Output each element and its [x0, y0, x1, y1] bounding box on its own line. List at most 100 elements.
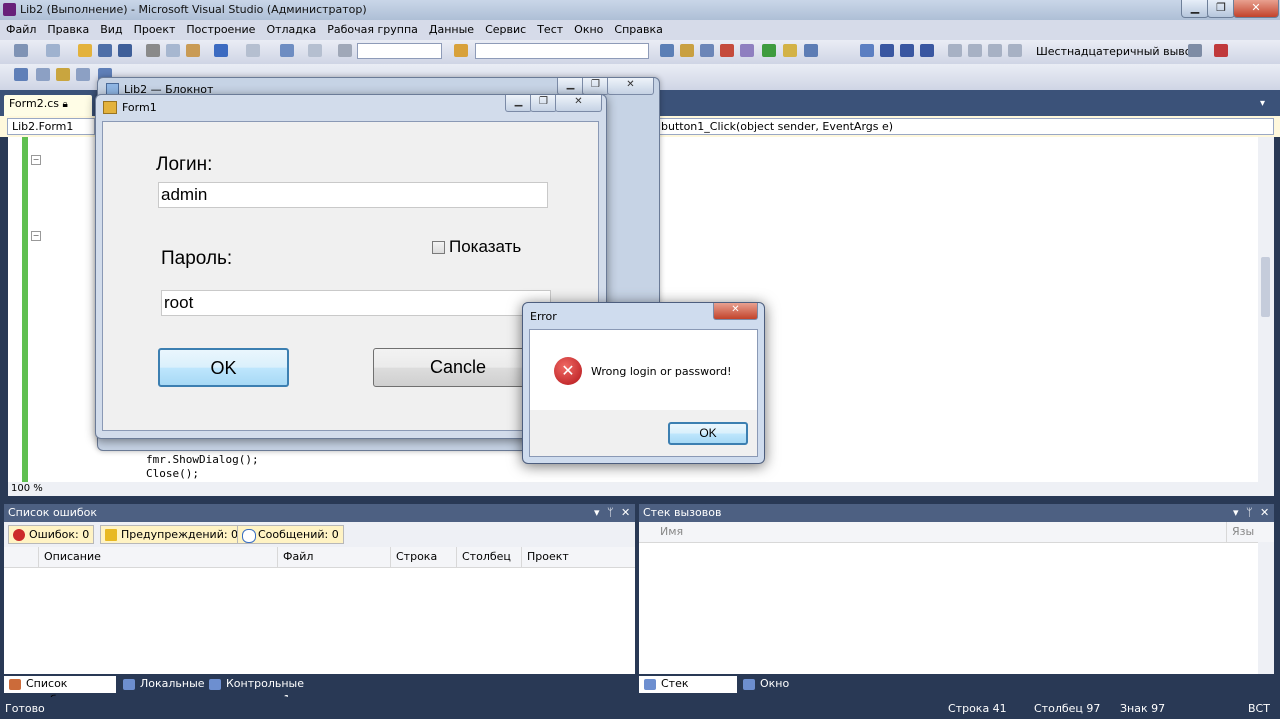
menu-help[interactable]: Справка: [608, 20, 667, 36]
scroll-thumb[interactable]: [1261, 257, 1270, 317]
member-combo[interactable]: button1_Click(object sender, EventArgs e…: [656, 118, 1274, 135]
collapse-icon[interactable]: −: [31, 155, 41, 165]
pane-menu-icon[interactable]: ▾: [594, 504, 600, 522]
paste-icon[interactable]: [186, 44, 200, 57]
zoom-combo[interactable]: 100 %: [8, 482, 68, 496]
column-header-description[interactable]: Описание: [39, 547, 278, 567]
complete-word-icon[interactable]: [76, 68, 90, 81]
tab-watch-1[interactable]: Контрольные значения 1: [204, 676, 364, 706]
errors-filter-button[interactable]: Ошибок: 0: [8, 525, 95, 544]
start-debug-icon[interactable]: [338, 44, 352, 57]
pane-close-icon[interactable]: ✕: [1260, 504, 1269, 522]
pin-icon[interactable]: ᛘ: [1246, 504, 1253, 522]
show-password-checkbox[interactable]: [432, 241, 445, 254]
step-into-icon[interactable]: [968, 44, 982, 57]
tab-call-stack[interactable]: Стек вызовов: [639, 676, 737, 706]
column-header-line[interactable]: Строка: [391, 547, 457, 567]
login-input[interactable]: admin: [158, 182, 548, 208]
notepad-minimize-button[interactable]: ▁: [557, 78, 584, 95]
menu-data[interactable]: Данные: [423, 20, 479, 36]
quick-info-icon[interactable]: [36, 68, 50, 81]
menu-view[interactable]: Вид: [94, 20, 127, 36]
column-header-project[interactable]: Проект: [522, 547, 635, 567]
save-icon[interactable]: [98, 44, 112, 57]
warnings-filter-button[interactable]: Предупреждений: 0: [100, 525, 244, 544]
parameter-info-icon[interactable]: [56, 68, 70, 81]
extension-manager-icon[interactable]: [783, 44, 797, 57]
step-over-icon[interactable]: [988, 44, 1002, 57]
pin-icon[interactable]: ᛘ: [607, 504, 614, 522]
menu-team[interactable]: Рабочая группа: [321, 20, 423, 36]
notepad-maximize-button[interactable]: ❐: [582, 78, 609, 95]
tab-locals[interactable]: Локальные: [118, 676, 205, 693]
find-in-files-icon[interactable]: [454, 44, 468, 57]
show-next-statement-icon[interactable]: [948, 44, 962, 57]
column-header-column[interactable]: Столбец: [457, 547, 522, 567]
editor-vertical-scrollbar[interactable]: [1258, 137, 1274, 482]
tab-form2-cs[interactable]: Form2.cs 🔒︎: [4, 95, 92, 116]
password-input[interactable]: root: [161, 290, 551, 316]
editor-horizontal-scrollbar[interactable]: [8, 482, 1274, 496]
error-ok-button[interactable]: OK: [668, 422, 748, 445]
tab-error-list[interactable]: Список ошибок: [4, 676, 116, 706]
redo-icon[interactable]: [246, 44, 260, 57]
error-dialog-close-button[interactable]: ✕: [713, 303, 758, 320]
properties-icon[interactable]: [680, 44, 694, 57]
close-button[interactable]: ✕: [1233, 0, 1279, 18]
continue-icon[interactable]: [860, 44, 874, 57]
error-icon[interactable]: [1214, 44, 1228, 57]
command-window-icon[interactable]: [804, 44, 818, 57]
find-combo[interactable]: [475, 43, 649, 59]
new-project-icon[interactable]: [14, 44, 28, 57]
hex-display-toggle[interactable]: Шестнадцатеричный вывод: [1036, 45, 1199, 58]
navigate-forward-icon[interactable]: [308, 44, 322, 57]
ok-button[interactable]: OK: [158, 348, 289, 387]
toolbox-icon[interactable]: [720, 44, 734, 57]
minimize-button[interactable]: ▁: [1181, 0, 1209, 18]
step-out-icon[interactable]: [1008, 44, 1022, 57]
form1-maximize-button[interactable]: ❐: [530, 95, 557, 112]
form1-close-button[interactable]: ✕: [555, 95, 602, 112]
undo-icon[interactable]: [214, 44, 228, 57]
menu-file[interactable]: Файл: [0, 20, 41, 36]
cut-icon[interactable]: [146, 44, 160, 57]
menu-tools[interactable]: Сервис: [479, 20, 531, 36]
column-header-name[interactable]: Имя: [655, 522, 1227, 542]
class-combo[interactable]: Lib2.Form1: [7, 118, 95, 135]
open-folder-icon[interactable]: [78, 44, 92, 57]
format-icon[interactable]: [14, 68, 28, 81]
menu-test[interactable]: Тест: [531, 20, 568, 36]
collapse-icon[interactable]: −: [31, 231, 41, 241]
menu-project[interactable]: Проект: [128, 20, 181, 36]
menu-edit[interactable]: Правка: [41, 20, 94, 36]
stop-debug-icon[interactable]: [900, 44, 914, 57]
solution-explorer-icon[interactable]: [660, 44, 674, 57]
menu-debug[interactable]: Отладка: [260, 20, 321, 36]
pane-close-icon[interactable]: ✕: [621, 504, 630, 522]
save-all-icon[interactable]: [118, 44, 132, 57]
tab-immediate-window[interactable]: Окно интерпретации: [738, 676, 882, 706]
notepad-close-button[interactable]: ✕: [607, 78, 654, 95]
tab-list-dropdown-icon[interactable]: ▾: [1260, 98, 1265, 109]
start-page-icon[interactable]: [762, 44, 776, 57]
maximize-button[interactable]: ❐: [1207, 0, 1235, 18]
call-stack-scrollbar[interactable]: [1258, 542, 1274, 674]
menu-build[interactable]: Построение: [180, 20, 260, 36]
column-header-file[interactable]: Файл: [278, 547, 391, 567]
class-view-icon[interactable]: [740, 44, 754, 57]
messages-filter-button[interactable]: Сообщений: 0: [237, 525, 344, 544]
form1-minimize-button[interactable]: ▁: [505, 95, 532, 112]
navigate-back-icon[interactable]: [280, 44, 294, 57]
break-all-icon[interactable]: [880, 44, 894, 57]
column-header-language[interactable]: Язы: [1227, 522, 1257, 542]
restart-icon[interactable]: [920, 44, 934, 57]
menu-window[interactable]: Окно: [568, 20, 608, 36]
add-item-icon[interactable]: [46, 44, 60, 57]
show-password-label[interactable]: Показать: [449, 237, 521, 257]
column-header-icon[interactable]: [4, 547, 39, 567]
object-browser-icon[interactable]: [700, 44, 714, 57]
pane-menu-icon[interactable]: ▾: [1233, 504, 1239, 522]
output-icon[interactable]: [1188, 44, 1202, 57]
cancel-button[interactable]: Cancle: [373, 348, 543, 387]
copy-icon[interactable]: [166, 44, 180, 57]
